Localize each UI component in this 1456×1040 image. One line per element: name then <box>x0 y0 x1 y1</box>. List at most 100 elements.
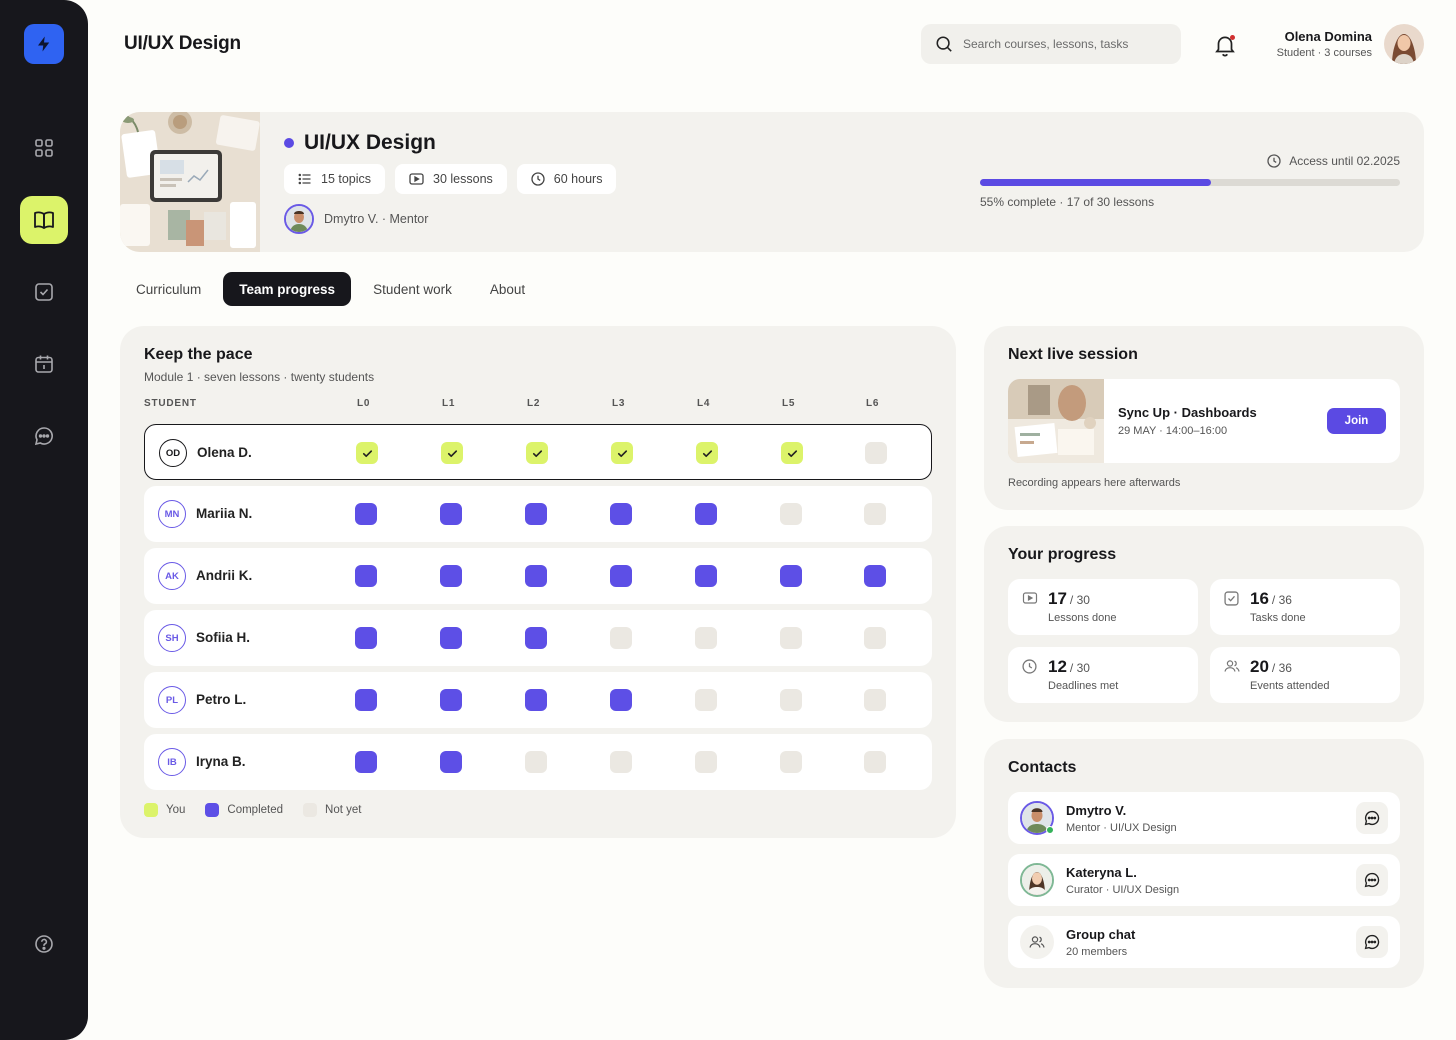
stat-deadlines-value: 12/ 30 <box>1048 657 1090 677</box>
topics-count: 15 topics <box>321 172 372 186</box>
student-row[interactable]: IB Iryna B. <box>144 734 932 790</box>
course-progress-fill <box>980 179 1211 186</box>
course-mentor[interactable]: Dmytro V. · Mentor <box>284 204 428 234</box>
check-square-icon <box>1224 591 1239 606</box>
student-name: Iryna B. <box>196 754 246 769</box>
stat-deadlines: 12/ 30 Deadlines met <box>1008 647 1198 703</box>
student-name: Sofiia H. <box>196 630 251 645</box>
course-meta-chips: 15 topics 30 lessons 60 hours <box>284 164 617 194</box>
join-button[interactable]: Join <box>1327 408 1386 434</box>
app-logo[interactable] <box>24 24 64 64</box>
course-color-dot <box>284 138 294 148</box>
bolt-icon <box>38 36 50 52</box>
student-name: Petro L. <box>196 692 247 707</box>
stat-tasks-total: / 36 <box>1271 593 1292 607</box>
nav-dashboard[interactable] <box>20 124 68 172</box>
lesson-status-completed <box>525 565 547 587</box>
nav-tasks[interactable] <box>20 268 68 316</box>
student-initials-avatar: IB <box>158 748 186 776</box>
legend-you: You <box>144 803 185 817</box>
student-name: Olena D. <box>197 445 252 460</box>
session-card-title: Next live session <box>1008 346 1138 363</box>
lesson-status-completed <box>355 565 377 587</box>
play-icon <box>1022 592 1038 604</box>
course-progress-bar <box>980 179 1400 186</box>
chat-icon <box>34 427 53 446</box>
clock-icon <box>1267 154 1281 168</box>
session-name: Sync Up · Dashboards <box>1118 405 1257 420</box>
student-row[interactable]: AK Andrii K. <box>144 548 932 604</box>
chat-icon <box>1364 872 1380 888</box>
student-initials-avatar: OD <box>159 439 187 467</box>
stat-tasks-value: 16/ 36 <box>1250 589 1292 609</box>
lesson-status-you <box>696 442 718 464</box>
course-title: UI/UX Design <box>284 131 436 155</box>
lesson-status-not-yet <box>780 627 802 649</box>
student-row[interactable]: MN Mariia N. <box>144 486 932 542</box>
lesson-status-completed <box>440 565 462 587</box>
lesson-status-completed <box>440 751 462 773</box>
tab-student-work[interactable]: Student work <box>357 272 468 306</box>
nav-courses[interactable] <box>20 196 68 244</box>
lesson-status-completed <box>355 627 377 649</box>
contact-role: Curator · UI/UX Design <box>1066 884 1180 896</box>
lesson-header-l0: L0 <box>357 398 371 409</box>
lesson-header-l1: L1 <box>442 398 456 409</box>
stat-deadlines-total: / 30 <box>1069 661 1090 675</box>
contact-name: Group chat <box>1066 927 1136 942</box>
search-bar[interactable] <box>921 24 1181 64</box>
nav-messages[interactable] <box>20 412 68 460</box>
stat-lessons: 17/ 30 Lessons done <box>1008 579 1198 635</box>
lesson-status-not-yet <box>610 627 632 649</box>
notifications-button[interactable] <box>1212 32 1238 58</box>
contact-group-chat[interactable]: Group chat 20 members <box>1008 916 1400 968</box>
stat-deadlines-number: 12 <box>1048 657 1067 676</box>
contact-role: 20 members <box>1066 946 1128 958</box>
tab-team-progress[interactable]: Team progress <box>223 272 352 306</box>
student-row[interactable]: SH Sofiia H. <box>144 610 932 666</box>
legend-completed: Completed <box>205 803 283 817</box>
lessons-count: 30 lessons <box>433 172 493 186</box>
lesson-status-completed <box>864 565 886 587</box>
session-note: Recording appears here afterwards <box>1008 477 1181 489</box>
student-row[interactable]: PL Petro L. <box>144 672 932 728</box>
student-row[interactable]: OD Olena D. <box>144 424 932 480</box>
message-button[interactable] <box>1356 926 1388 958</box>
lesson-status-completed <box>610 689 632 711</box>
lesson-status-you <box>611 442 633 464</box>
user-avatar[interactable] <box>1384 24 1424 64</box>
user-info: Olena Domina Student · 3 courses <box>1277 29 1372 59</box>
tab-about[interactable]: About <box>474 272 541 306</box>
stat-lessons-label: Lessons done <box>1048 612 1117 624</box>
progress-card-title: Your progress <box>1008 546 1117 563</box>
stat-lessons-number: 17 <box>1048 589 1067 608</box>
lesson-status-not-yet <box>780 503 802 525</box>
session-image <box>1008 379 1104 463</box>
stat-lessons-total: / 30 <box>1069 593 1090 607</box>
lesson-status-not-yet <box>780 689 802 711</box>
tab-curriculum[interactable]: Curriculum <box>120 272 217 306</box>
search-icon <box>936 36 952 52</box>
legend-not-yet: Not yet <box>303 803 361 817</box>
contact-curator[interactable]: Kateryna L. Curator · UI/UX Design <box>1008 854 1400 906</box>
lesson-status-not-yet <box>780 751 802 773</box>
clock-icon <box>531 172 545 186</box>
message-button[interactable] <box>1356 864 1388 896</box>
lesson-status-not-yet <box>525 751 547 773</box>
hours-count: 60 hours <box>553 172 603 186</box>
lesson-header-l3: L3 <box>612 398 626 409</box>
message-button[interactable] <box>1356 802 1388 834</box>
page-title: UI/UX Design <box>124 33 241 54</box>
lesson-status-completed <box>355 751 377 773</box>
stat-tasks-number: 16 <box>1250 589 1269 608</box>
search-input[interactable] <box>963 37 1173 51</box>
lesson-status-not-yet <box>864 627 886 649</box>
lesson-header-l5: L5 <box>782 398 796 409</box>
lesson-status-not-yet <box>864 751 886 773</box>
list-icon <box>298 173 311 185</box>
contact-mentor[interactable]: Dmytro V. Mentor · UI/UX Design <box>1008 792 1400 844</box>
nav-help[interactable] <box>20 920 68 968</box>
contact-name: Dmytro V. <box>1066 803 1127 818</box>
nav-calendar[interactable] <box>20 340 68 388</box>
course-progress-text: 55% complete · 17 of 30 lessons <box>980 195 1155 209</box>
